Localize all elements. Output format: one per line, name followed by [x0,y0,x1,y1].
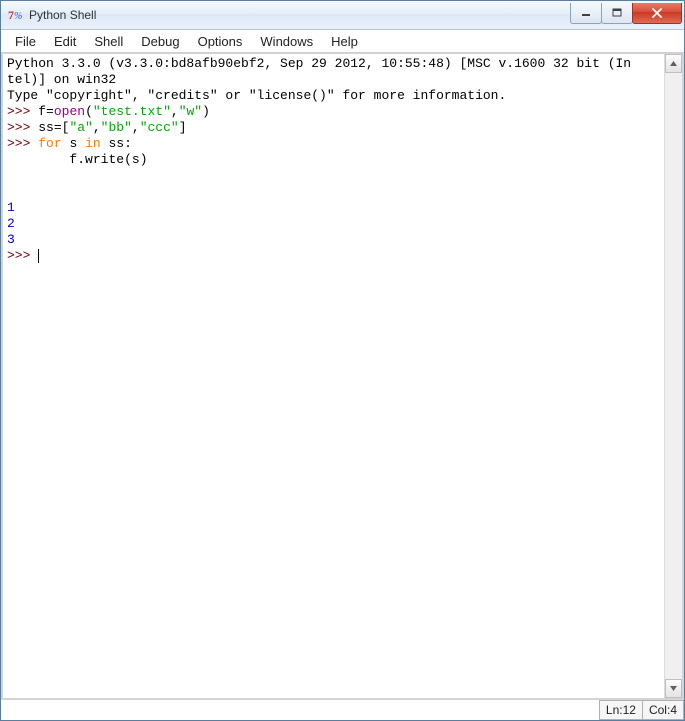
titlebar[interactable]: 7 % Python Shell [1,1,684,30]
prompt: >>> [7,104,38,119]
code-op: = [54,120,62,135]
prompt: >>> [7,136,38,151]
output-line: 2 [7,216,15,231]
code-string: "w" [179,104,202,119]
banner-line: Python 3.3.0 (v3.3.0:bd8afb90ebf2, Sep 2… [7,56,631,71]
menu-help[interactable]: Help [323,32,366,51]
app-icon: 7 % [7,7,23,23]
scroll-down-button[interactable] [665,679,682,698]
code-string: "bb" [101,120,132,135]
output-line: 1 [7,200,15,215]
shell-text-area[interactable]: Python 3.3.0 (v3.3.0:bd8afb90ebf2, Sep 2… [3,54,664,698]
output-line: 3 [7,232,15,247]
code-keyword: in [85,136,101,151]
code-op: ( [85,104,93,119]
scroll-track[interactable] [665,73,682,679]
menu-file[interactable]: File [7,32,44,51]
indent [7,152,69,167]
window-buttons [571,3,682,23]
code-op: , [93,120,101,135]
window-title: Python Shell [29,8,571,22]
code-ident: f [38,104,46,119]
code-ident: write [85,152,124,167]
menu-windows[interactable]: Windows [252,32,321,51]
code-ident: ss [38,120,54,135]
status-line-label: Ln: [606,703,623,717]
close-button[interactable] [632,3,682,24]
status-col: Col: 4 [642,700,684,720]
vertical-scrollbar[interactable] [664,54,682,698]
code-op: ) [202,104,210,119]
menu-debug[interactable]: Debug [133,32,187,51]
menu-options[interactable]: Options [190,32,251,51]
banner-line: tel)] on win32 [7,72,116,87]
code-ident: ss [108,136,124,151]
status-col-label: Col: [649,703,670,717]
status-bar: Ln: 12 Col: 4 [1,700,684,720]
code-string: "test.txt" [93,104,171,119]
code-op: = [46,104,54,119]
menubar: File Edit Shell Debug Options Windows He… [1,30,684,53]
scroll-up-button[interactable] [665,54,682,73]
code-op: ( [124,152,132,167]
menu-edit[interactable]: Edit [46,32,84,51]
menu-shell[interactable]: Shell [86,32,131,51]
code-string: "a" [69,120,92,135]
window-frame: 7 % Python Shell File Edit Shell Debug O… [0,0,685,721]
code-op: ) [140,152,148,167]
status-col-value: 4 [670,703,677,717]
client-area: Python 3.3.0 (v3.3.0:bd8afb90ebf2, Sep 2… [1,53,684,700]
minimize-button[interactable] [570,3,602,24]
text-cursor [38,249,39,263]
prompt: >>> [7,248,38,263]
code-op: ] [179,120,187,135]
code-string: "ccc" [140,120,179,135]
status-line: Ln: 12 [599,700,642,720]
banner-line: Type "copyright", "credits" or "license(… [7,88,506,103]
code-op: , [171,104,179,119]
code-keyword: for [38,136,61,151]
code-op: . [77,152,85,167]
code-ident: s [132,152,140,167]
svg-text:%: % [14,11,22,22]
code-op: : [124,136,132,151]
prompt: >>> [7,120,38,135]
maximize-button[interactable] [601,3,633,24]
code-builtin: open [54,104,85,119]
code-op: , [132,120,140,135]
status-line-value: 12 [623,703,636,717]
